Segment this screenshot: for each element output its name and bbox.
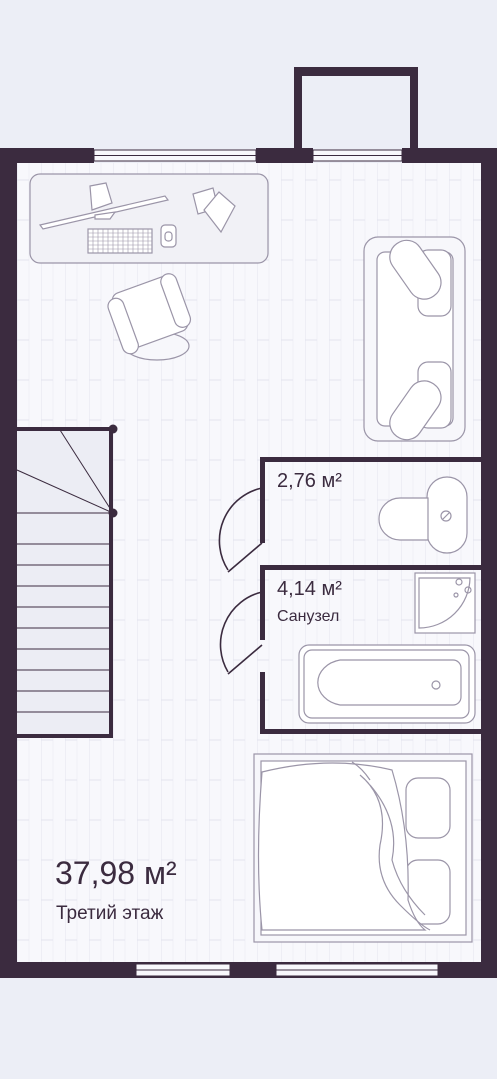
floor-area-label: 37,98 м²: [55, 855, 177, 891]
sofa-icon: [363, 236, 466, 442]
desk-icon: [29, 173, 269, 264]
balcony-floor: [302, 76, 410, 148]
bathroom-area-label: 4,14 м²: [277, 578, 342, 600]
bed-icon: [253, 753, 473, 943]
staircase: [16, 424, 118, 738]
floor-name-label: Третий этаж: [56, 903, 164, 924]
bathroom-name-label: Санузел: [277, 608, 340, 625]
shower-tray-icon: [414, 572, 476, 634]
bathtub-icon: [298, 644, 476, 724]
wc-area-label: 2,76 м²: [277, 470, 342, 492]
